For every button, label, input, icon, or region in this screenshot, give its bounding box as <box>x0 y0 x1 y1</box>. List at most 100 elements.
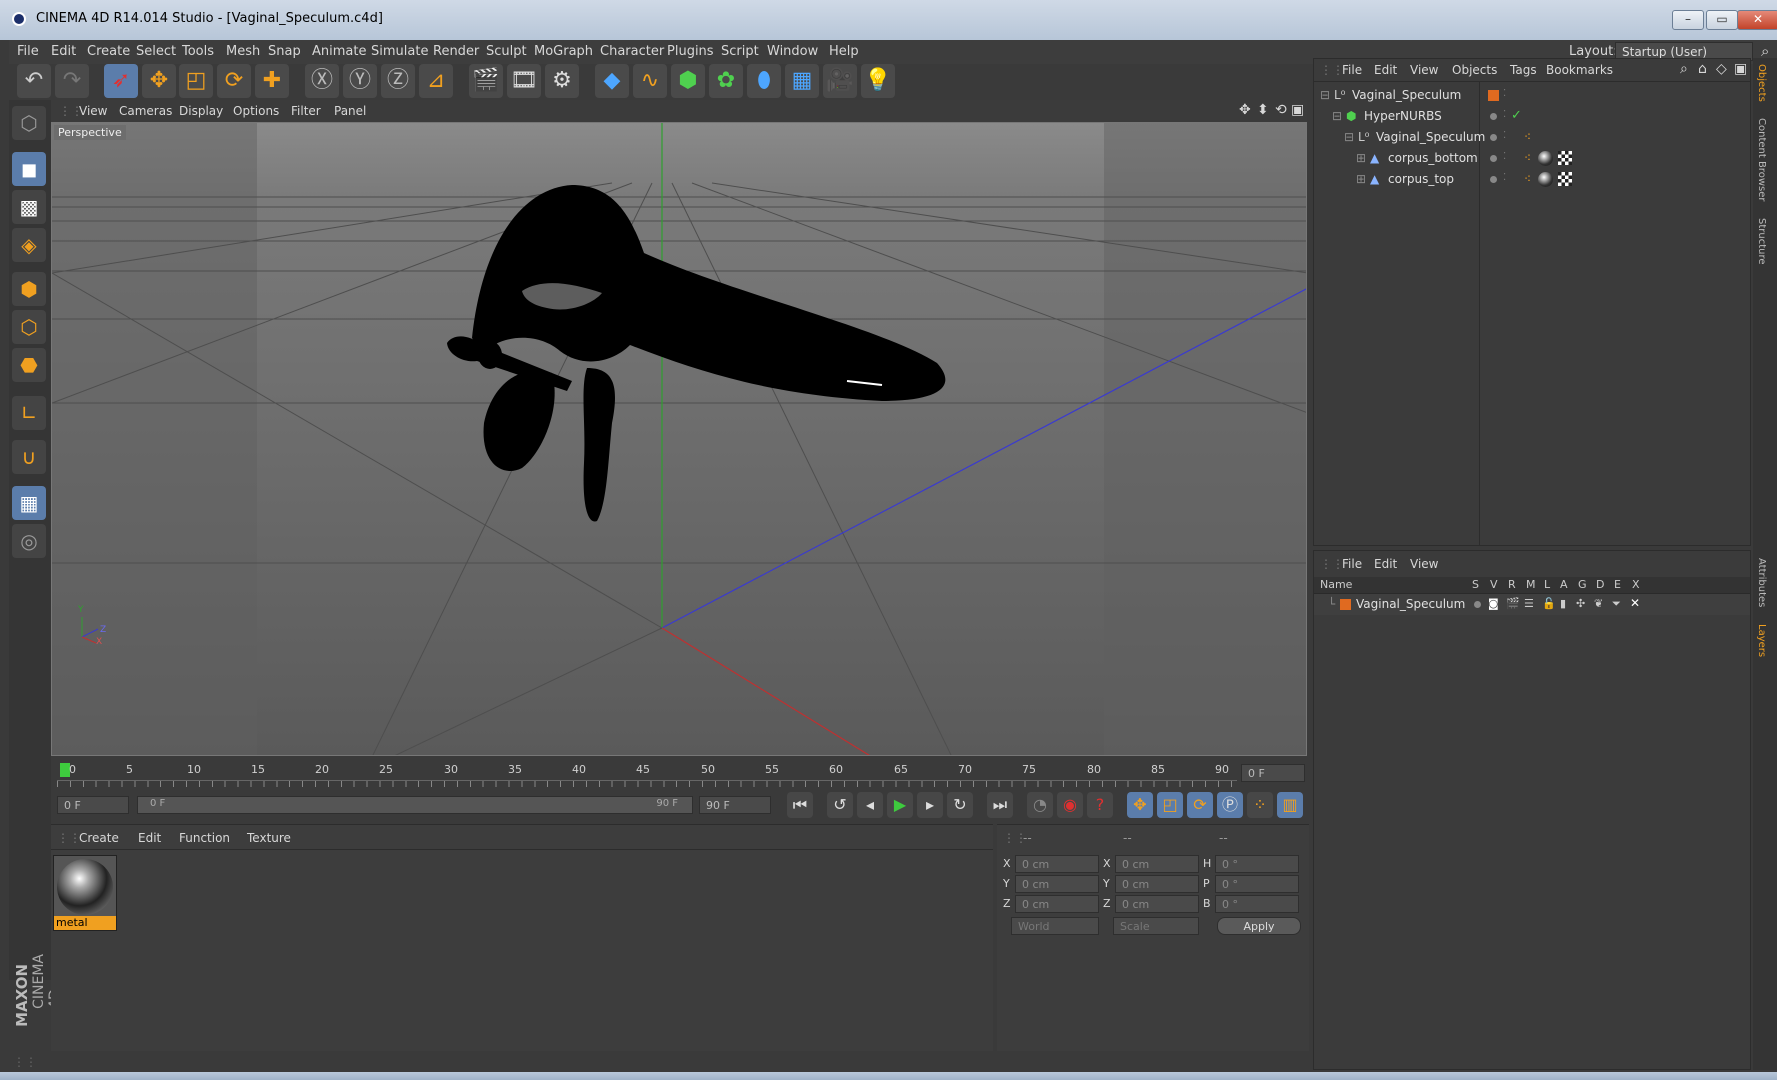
viewport-menu-filter[interactable]: Filter <box>291 104 321 118</box>
deformer-toggle-icon[interactable]: ❦ <box>1594 597 1603 610</box>
phong-tag-icon[interactable]: ⁖ <box>1524 151 1531 165</box>
key-scale-icon[interactable]: ◰ <box>1157 792 1183 818</box>
tab-structure[interactable]: Structure <box>1756 218 1767 265</box>
snap-icon[interactable]: ∪ <box>12 440 46 474</box>
current-frame-field[interactable]: 0 F <box>1241 764 1305 782</box>
render-toggle-icon[interactable]: 🎬 <box>1506 597 1520 610</box>
material-tag-icon[interactable] <box>1538 172 1553 187</box>
menu-mograph[interactable]: MoGraph <box>534 44 593 59</box>
solo-icon[interactable] <box>1474 601 1481 608</box>
close-button[interactable]: ✕ <box>1737 10 1777 30</box>
layer-dot-icon[interactable] <box>1490 155 1497 162</box>
menu-animate[interactable]: Animate <box>312 44 366 59</box>
cube-icon[interactable]: ◆ <box>595 64 629 98</box>
expand-toggle-icon[interactable]: ⊟ <box>1320 88 1330 102</box>
objects-menu-file[interactable]: File <box>1342 63 1362 77</box>
menu-create[interactable]: Create <box>87 44 130 59</box>
menu-window[interactable]: Window <box>767 44 818 59</box>
size-x-field[interactable]: 0 cm <box>1115 855 1199 873</box>
timeline-window-icon[interactable]: ▥ <box>1277 792 1303 818</box>
next-frame-icon[interactable]: ▸ <box>917 792 943 818</box>
add-object-icon[interactable]: ✚ <box>255 64 289 98</box>
manager-toggle-icon[interactable]: ☰ <box>1524 597 1534 610</box>
coordinate-mode-select[interactable]: World <box>1011 917 1099 935</box>
workplane-icon[interactable]: ◈ <box>12 228 46 262</box>
viewport-menu-cameras[interactable]: Cameras <box>119 104 172 118</box>
object-row[interactable]: ⊞ ▲ corpus_top ⁚ ⁖ <box>1314 169 1750 190</box>
view-toggle-icon[interactable]: ◙ <box>1488 597 1499 610</box>
solo-icon[interactable]: ◎ <box>12 524 46 558</box>
menu-character[interactable]: Character <box>600 44 664 59</box>
go-to-start-icon[interactable]: ⏮ <box>787 792 813 818</box>
object-row[interactable]: ⊞ ▲ corpus_bottom ⁚ ⁖ <box>1314 148 1750 169</box>
pan-view-icon[interactable]: ✥ <box>1239 102 1251 118</box>
objects-menu-objects[interactable]: Objects <box>1452 63 1497 77</box>
home-icon[interactable]: ⌂ <box>1698 61 1707 77</box>
menu-help[interactable]: Help <box>829 44 859 59</box>
collapse-icon[interactable]: ◇ <box>1716 61 1727 77</box>
menu-edit[interactable]: Edit <box>51 44 76 59</box>
material-menu-function[interactable]: Function <box>179 831 230 845</box>
points-mode-icon[interactable]: ⬢ <box>12 272 46 306</box>
maximize-button[interactable]: ▭ <box>1706 10 1738 30</box>
z-axis-icon[interactable]: Ⓩ <box>381 64 415 98</box>
tab-objects[interactable]: Objects <box>1756 64 1767 102</box>
object-row[interactable]: ⊟ ⬢ HyperNURBS ⁚ ✓ <box>1314 106 1750 127</box>
scale-icon[interactable]: ◰ <box>179 64 213 98</box>
expression-toggle-icon[interactable]: ⏷ <box>1612 597 1621 611</box>
objects-menu-edit[interactable]: Edit <box>1374 63 1397 77</box>
apply-button[interactable]: Apply <box>1217 917 1301 935</box>
objects-menu-tags[interactable]: Tags <box>1510 63 1537 77</box>
key-parameter-icon[interactable]: Ⓟ <box>1217 792 1243 818</box>
deformer-icon[interactable]: ⬮ <box>747 64 781 98</box>
phong-tag-icon[interactable]: ⁖ <box>1524 172 1531 186</box>
object-row[interactable]: ⊟ L⁰ Vaginal_Speculum ⁚ <box>1314 85 1750 106</box>
visibility-dots-icon[interactable]: ⁚ <box>1503 88 1506 99</box>
pos-x-field[interactable]: 0 cm <box>1015 855 1099 873</box>
visibility-dots-icon[interactable]: ⁚ <box>1503 172 1506 183</box>
size-z-field[interactable]: 0 cm <box>1115 895 1199 913</box>
material-menu-edit[interactable]: Edit <box>138 831 161 845</box>
expand-toggle-icon[interactable]: ⊞ <box>1356 151 1366 165</box>
menu-snap[interactable]: Snap <box>268 44 301 59</box>
uvw-tag-icon[interactable] <box>1558 172 1572 186</box>
expand-toggle-icon[interactable]: ⊟ <box>1332 109 1342 123</box>
keyframe-selection-icon[interactable]: ? <box>1087 792 1113 818</box>
undo-icon[interactable]: ↶ <box>17 64 51 98</box>
enabled-check-icon[interactable]: ✓ <box>1511 108 1522 123</box>
axis-mode-icon[interactable]: ∟ <box>12 396 46 430</box>
tab-attributes[interactable]: Attributes <box>1756 558 1767 607</box>
objects-menu-bookmarks[interactable]: Bookmarks <box>1546 63 1613 77</box>
menu-sculpt[interactable]: Sculpt <box>486 44 527 59</box>
toggle-view-icon[interactable]: ▣ <box>1291 102 1304 118</box>
menu-file[interactable]: File <box>17 44 39 59</box>
model-mode-icon[interactable]: ◼ <box>12 152 46 186</box>
expand-toggle-icon[interactable]: ⊟ <box>1344 130 1354 144</box>
edges-mode-icon[interactable]: ⬡ <box>12 310 46 344</box>
new-window-icon[interactable]: ▣ <box>1734 61 1747 77</box>
size-y-field[interactable]: 0 cm <box>1115 875 1199 893</box>
expand-toggle-icon[interactable]: ⊞ <box>1356 172 1366 186</box>
objects-menu-view[interactable]: View <box>1410 63 1438 77</box>
nurbs-icon[interactable]: ⬢ <box>671 64 705 98</box>
layers-menu-edit[interactable]: Edit <box>1374 557 1397 571</box>
object-row[interactable]: ⊟ L⁰ Vaginal_Speculum ⁚ ⁖ <box>1314 127 1750 148</box>
array-icon[interactable]: ✿ <box>709 64 743 98</box>
range-slider[interactable]: 0 F 90 F <box>137 796 693 814</box>
workplane-lock-icon[interactable]: ▦ <box>12 486 46 520</box>
layer-color-icon[interactable] <box>1488 90 1499 101</box>
menu-select[interactable]: Select <box>136 44 176 59</box>
tab-layers[interactable]: Layers <box>1756 624 1767 657</box>
rotate-icon[interactable]: ⟳ <box>217 64 251 98</box>
material-tag-icon[interactable] <box>1538 151 1553 166</box>
lock-toggle-icon[interactable]: 🔓 <box>1542 597 1556 610</box>
play-icon[interactable]: ▶ <box>887 792 913 818</box>
tab-content-browser[interactable]: Content Browser <box>1756 118 1767 201</box>
go-to-end-icon[interactable]: ⏭ <box>987 792 1013 818</box>
layer-dot-icon[interactable] <box>1490 113 1497 120</box>
light-icon[interactable]: 💡 <box>861 64 895 98</box>
y-axis-icon[interactable]: Ⓨ <box>343 64 377 98</box>
rot-b-field[interactable]: 0 ° <box>1215 895 1299 913</box>
viewport-menu-display[interactable]: Display <box>179 104 223 118</box>
layer-dot-icon[interactable] <box>1490 176 1497 183</box>
